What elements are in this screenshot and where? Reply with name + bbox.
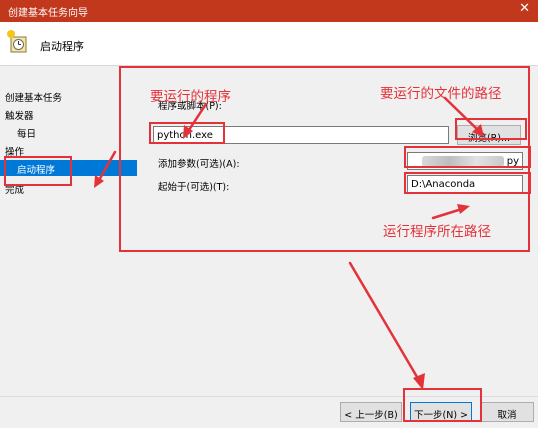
page-title: 启动程序 [40,40,84,53]
step-label: 每日 [17,129,37,140]
wizard-steps: 创建基本任务 触发器 每日 操作 启动程序 完成 [0,66,137,396]
task-scheduler-icon [7,30,27,53]
annotation-start-path-note: 运行程序所在路径 [383,224,491,240]
title-bar: 创建基本任务向导 ✕ [0,0,538,22]
annotation-box-args [404,146,531,168]
step-create-basic-task[interactable]: 创建基本任务 [0,88,137,104]
annotation-box-browse [455,118,527,140]
step-daily[interactable]: 每日 [0,124,137,140]
step-label: 创建基本任务 [5,93,63,104]
annotation-file-path-note: 要运行的文件的路径 [380,86,502,102]
cancel-button[interactable]: 取消 [480,402,534,422]
annotation-program-note: 要运行的程序 [150,89,231,105]
window-title: 创建基本任务向导 [8,8,88,19]
step-label: 触发器 [5,111,34,122]
back-button[interactable]: < 上一步(B) [340,402,402,422]
step-trigger[interactable]: 触发器 [0,106,137,122]
annotation-box-next [403,388,482,422]
annotation-box-program [149,122,225,144]
annotation-box-start-in [404,172,531,194]
close-icon[interactable]: ✕ [519,1,530,16]
annotation-box-sidebar [4,156,72,186]
wizard-header: 启动程序 [0,22,538,66]
